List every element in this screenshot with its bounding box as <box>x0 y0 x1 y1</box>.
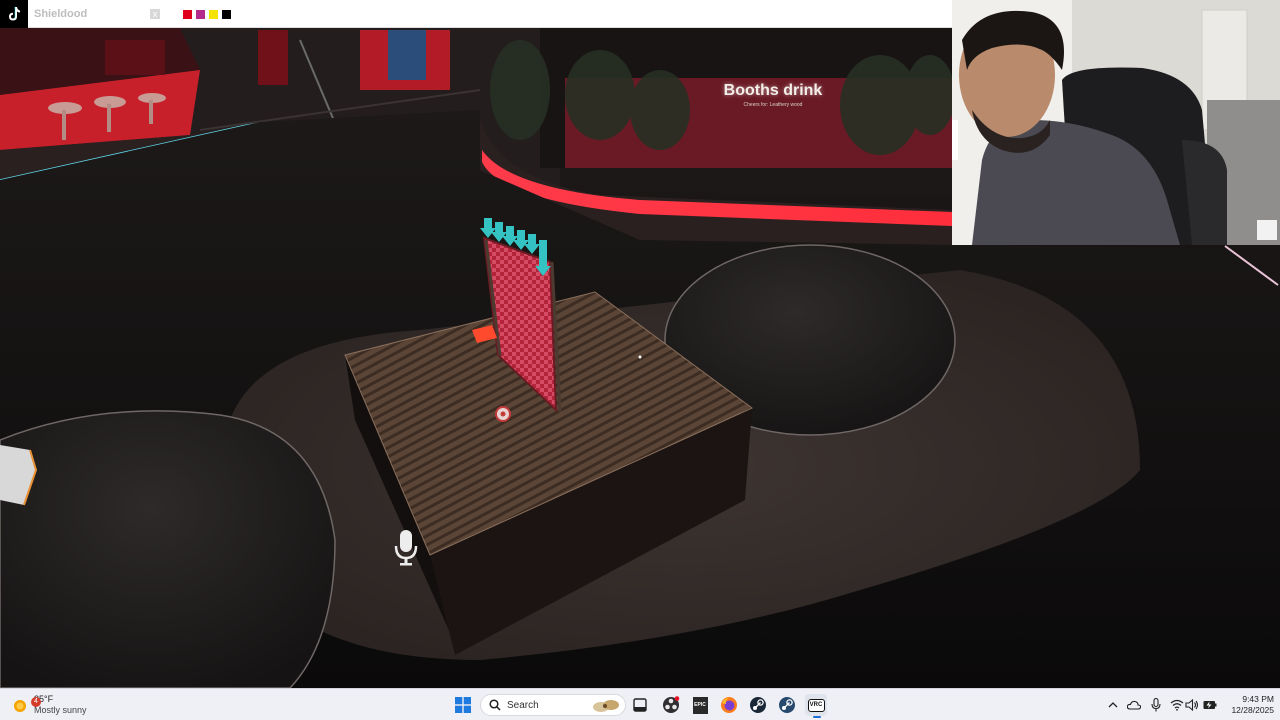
close-button[interactable]: x <box>150 9 160 19</box>
epic-games-button[interactable]: EPIC <box>689 694 711 716</box>
vrchat-button[interactable]: VRC <box>805 694 827 718</box>
task-view-button[interactable] <box>629 694 651 716</box>
webcam-image <box>952 0 1280 245</box>
tiktok-logo-icon <box>0 0 28 28</box>
notification-badge: 4 <box>31 697 41 707</box>
vrchat-label: VRC <box>809 702 823 708</box>
onedrive-button[interactable] <box>1126 695 1142 715</box>
steam-icon <box>750 697 766 713</box>
clock-time: 9:43 PM <box>1242 694 1274 704</box>
taskbar-search-box[interactable]: Search <box>480 694 626 716</box>
color-swatch-red[interactable] <box>183 10 192 19</box>
cloud-icon <box>1127 700 1141 710</box>
webcam-feed <box>952 0 1280 245</box>
stream-overlay-bar: Shieldood x <box>0 0 952 28</box>
steam-button[interactable] <box>747 694 769 716</box>
microphone-icon <box>392 528 420 568</box>
wifi-button[interactable] <box>1169 695 1185 715</box>
epic-games-label: EPIC <box>694 702 706 708</box>
color-swatch-yellow[interactable] <box>209 10 218 19</box>
weather-temperature: 85°F <box>34 694 54 704</box>
search-highlight-sticker-icon <box>593 700 619 712</box>
active-app-indicator <box>813 716 821 718</box>
vrchat-icon: VRC <box>807 698 825 712</box>
battery-button[interactable] <box>1202 695 1218 715</box>
booth-sign-subtitle: Cheers for: Leathery wood <box>743 102 803 108</box>
system-clock[interactable]: 9:43 PM 12/28/2025 <box>1222 694 1274 716</box>
obs-icon <box>663 696 680 713</box>
channel-name: Shieldood <box>34 8 88 20</box>
windows-start-button[interactable] <box>452 694 474 716</box>
clock-date: 12/28/2025 <box>1231 705 1274 715</box>
firefox-icon <box>721 697 737 713</box>
steamvr-button[interactable] <box>776 694 798 716</box>
search-placeholder: Search <box>507 699 539 711</box>
search-icon <box>489 699 501 711</box>
obs-studio-button[interactable] <box>660 694 682 716</box>
microphone-tray-icon <box>1151 698 1161 712</box>
task-view-icon <box>633 698 647 712</box>
firefox-button[interactable] <box>718 694 740 716</box>
windows-taskbar: 4 85°F Mostly sunny Search EPIC VRC 9:43… <box>0 688 1280 720</box>
microphone-tray-button[interactable] <box>1148 695 1164 715</box>
screen: Booths drink Cheers for: Leathery wood S… <box>0 0 1280 720</box>
color-swatch-black[interactable] <box>222 10 231 19</box>
speaker-icon <box>1185 699 1199 711</box>
wifi-icon <box>1170 699 1184 711</box>
weather-widget[interactable]: 4 85°F Mostly sunny <box>10 693 87 717</box>
weather-condition: Mostly sunny <box>34 705 87 715</box>
chevron-up-icon <box>1108 702 1118 708</box>
show-hidden-icons-button[interactable] <box>1105 695 1121 715</box>
booth-sign-title: Booths drink <box>723 82 823 99</box>
color-swatch-magenta[interactable] <box>196 10 205 19</box>
volume-button[interactable] <box>1184 695 1200 715</box>
sun-icon: 4 <box>10 695 41 715</box>
windows-logo-icon <box>455 697 471 713</box>
steamvr-icon <box>779 697 795 713</box>
epic-games-icon: EPIC <box>692 696 708 714</box>
battery-charging-icon <box>1203 701 1217 709</box>
